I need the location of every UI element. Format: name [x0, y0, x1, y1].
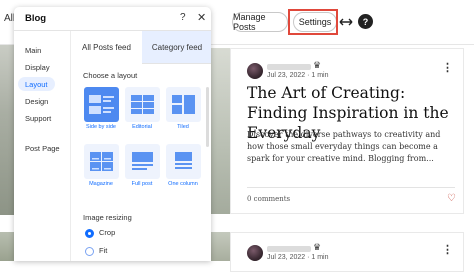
layout-label-magazine: Magazine: [89, 181, 113, 187]
nav-item-design[interactable]: Design: [18, 94, 55, 108]
editorial-layout-icon: [131, 95, 154, 114]
crown-icon-2: ♛: [313, 242, 322, 252]
post-meta: Jul 23, 2022 · 1 min: [267, 72, 329, 79]
nav-item-support[interactable]: Support: [18, 111, 58, 125]
blog-settings-panel: Blog ? ✕ Main Display Layout Design Supp…: [14, 7, 211, 261]
double-arrow-icon[interactable]: [339, 14, 353, 30]
layout-label-side-by-side: Side by side: [86, 124, 116, 130]
post-cover-image-2: [210, 232, 230, 261]
post-excerpt: Discover the diverse pathways to creativ…: [247, 130, 441, 163]
fit-radio[interactable]: [85, 247, 94, 256]
layout-magazine[interactable]: [84, 144, 119, 179]
tiled-layout-icon: [172, 95, 195, 114]
more-options-icon[interactable]: ⋮: [442, 61, 453, 74]
layout-label-editorial: Editorial: [132, 124, 152, 130]
read-time-2: 1 min: [311, 254, 329, 261]
post-date: Jul 23, 2022: [267, 72, 306, 79]
tab-all-posts-feed[interactable]: All Posts feed: [71, 31, 142, 65]
help-icon[interactable]: ?: [180, 12, 186, 23]
author-name[interactable]: [267, 64, 311, 70]
close-icon[interactable]: ✕: [197, 11, 206, 24]
manage-posts-button[interactable]: Manage Posts: [232, 12, 288, 32]
heart-icon[interactable]: ♡: [447, 193, 456, 204]
fit-label[interactable]: Fit: [99, 246, 107, 255]
nav-item-post-page[interactable]: Post Page: [18, 141, 67, 155]
layout-editorial[interactable]: [125, 87, 160, 122]
layout-one-column[interactable]: [166, 144, 201, 179]
post-divider: [247, 187, 455, 188]
tab-category-feed[interactable]: Category feed: [142, 31, 211, 63]
full-post-layout-icon: [132, 152, 153, 170]
blog-post-card-2[interactable]: ♛ Jul 23, 2022 · 1 min ⋮: [230, 232, 464, 272]
layout-tiled[interactable]: [166, 87, 201, 122]
side-by-side-layout-icon: [89, 95, 114, 114]
more-options-icon-2[interactable]: ⋮: [442, 243, 453, 256]
author-avatar-2[interactable]: [247, 245, 263, 261]
panel-scrollbar[interactable]: [206, 87, 209, 147]
post-date-2: Jul 23, 2022: [267, 254, 306, 261]
choose-layout-label: Choose a layout: [83, 71, 138, 80]
image-resizing-label: Image resizing: [83, 213, 132, 222]
panel-title: Blog: [25, 13, 47, 24]
blog-post-card[interactable]: ♛ Jul 23, 2022 · 1 min ⋮ The Art of Crea…: [230, 48, 464, 214]
layout-full-post[interactable]: [125, 144, 160, 179]
settings-nav: Main Display Layout Design Support Post …: [14, 31, 70, 261]
one-column-layout-icon: [175, 152, 192, 169]
nav-item-main[interactable]: Main: [18, 43, 48, 57]
post-cover-image: [210, 48, 230, 214]
author-name-2[interactable]: [267, 246, 311, 252]
layout-label-tiled: Tiled: [177, 124, 189, 130]
read-time: 1 min: [311, 72, 329, 79]
author-avatar[interactable]: [247, 63, 263, 79]
comments-count[interactable]: 0 comments: [247, 195, 290, 203]
post-meta-2: Jul 23, 2022 · 1 min: [267, 254, 329, 261]
nav-item-layout[interactable]: Layout: [18, 77, 55, 91]
crown-icon: ♛: [313, 60, 322, 70]
panel-header: Blog ? ✕: [14, 7, 211, 31]
crop-label[interactable]: Crop: [99, 228, 115, 237]
settings-content: All Posts feed Category feed Choose a la…: [70, 31, 211, 261]
settings-highlight-box: [288, 9, 338, 35]
layout-side-by-side[interactable]: [84, 87, 119, 122]
magazine-layout-icon: [90, 152, 113, 171]
crop-radio[interactable]: [85, 229, 94, 238]
question-icon[interactable]: ?: [358, 14, 373, 29]
layout-label-full-post: Full post: [131, 181, 153, 187]
layout-label-one-column: One column: [168, 181, 198, 187]
feed-tabs: All Posts feed Category feed: [71, 31, 211, 65]
nav-item-display[interactable]: Display: [18, 60, 57, 74]
